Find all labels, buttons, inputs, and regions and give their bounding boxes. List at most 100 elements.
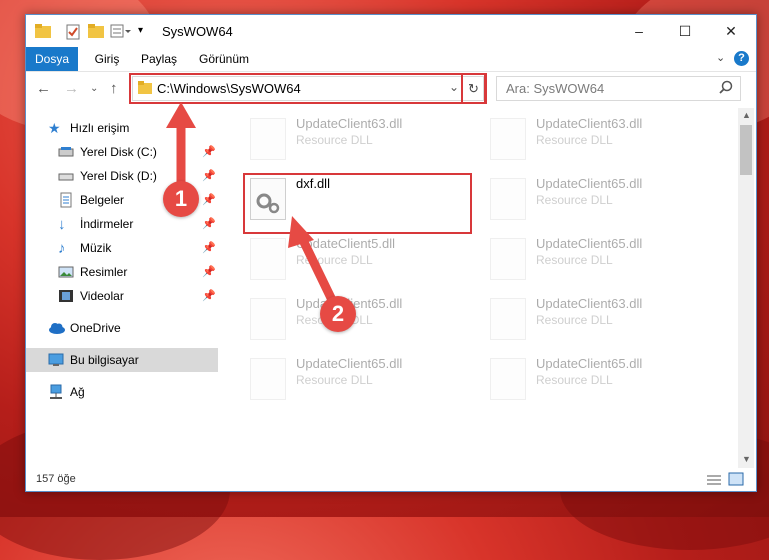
search-input[interactable]: Ara: SysWOW64 — [496, 76, 741, 101]
back-arrow-icon[interactable]: ← — [36, 80, 51, 97]
sidebar-item-label: Müzik — [80, 241, 112, 255]
pictures-icon — [58, 264, 74, 280]
sidebar-item-this-pc[interactable]: Bu bilgisayar — [26, 348, 218, 372]
sidebar-item-label: Yerel Disk (D:) — [80, 169, 157, 183]
pin-icon: 📌 — [202, 242, 216, 254]
file-name: UpdateClient65.dll — [536, 236, 643, 251]
scroll-up-icon[interactable]: ▲ — [742, 110, 751, 120]
sidebar-item-label: OneDrive — [70, 321, 121, 335]
file-type: Resource DLL — [536, 253, 613, 267]
file-name: UpdateClient65.dll — [296, 356, 403, 371]
scroll-down-icon[interactable]: ▼ — [742, 454, 751, 464]
sidebar-item-label: Yerel Disk (C:) — [80, 145, 157, 159]
file-item[interactable]: UpdateClient63.dll Resource DLL — [482, 292, 702, 342]
sidebar-item-label: İndirmeler — [80, 217, 134, 231]
file-type: Resource DLL — [536, 373, 613, 387]
file-name: UpdateClient65.dll — [536, 176, 643, 191]
file-item[interactable]: UpdateClient65.dll Resource DLL — [482, 352, 702, 402]
dll-file-icon — [250, 238, 286, 280]
file-item[interactable]: UpdateClient63.dll Resource DLL — [242, 112, 462, 162]
file-list: UpdateClient63.dll Resource DLL UpdateCl… — [232, 108, 737, 468]
file-type: Resource DLL — [296, 373, 373, 387]
details-view-icon[interactable] — [706, 473, 722, 490]
dll-file-icon — [490, 178, 526, 220]
drive-icon — [58, 168, 74, 184]
new-folder-icon[interactable] — [88, 24, 104, 41]
large-icons-view-icon[interactable] — [728, 472, 744, 489]
forward-arrow-icon[interactable]: → — [64, 80, 79, 97]
sidebar-item-network[interactable]: Ağ — [26, 380, 218, 404]
address-highlight-box — [129, 73, 487, 104]
file-name: UpdateClient63.dll — [536, 296, 643, 311]
file-type: Resource DLL — [296, 253, 373, 267]
sidebar-item-pictures[interactable]: Resimler 📌 — [26, 260, 218, 284]
folder-icon — [35, 24, 51, 41]
file-item[interactable]: UpdateClient65.dll Resource DLL — [482, 232, 702, 282]
dll-file-icon — [250, 358, 286, 400]
file-item[interactable]: UpdateClient63.dll Resource DLL — [482, 112, 702, 162]
file-name: UpdateClient63.dll — [296, 116, 403, 131]
properties-icon[interactable] — [66, 24, 80, 43]
tab-view[interactable]: Görünüm — [192, 47, 256, 71]
view-icon[interactable] — [110, 24, 132, 41]
search-placeholder: Ara: SysWOW64 — [506, 81, 605, 96]
item-count: 157 öğe — [36, 473, 76, 485]
scrollbar-thumb[interactable] — [740, 125, 752, 175]
file-item[interactable]: UpdateClient65.dll Resource DLL — [242, 352, 462, 402]
window-title: SysWOW64 — [162, 24, 233, 39]
file-item[interactable]: UpdateClient5.dll Resource DLL — [242, 232, 462, 282]
pin-icon: 📌 — [202, 194, 216, 206]
sidebar-item-music[interactable]: ♪ Müzik 📌 — [26, 236, 218, 260]
recent-locations-icon[interactable]: ⌄ — [90, 83, 98, 94]
computer-icon — [48, 352, 64, 368]
network-icon — [48, 384, 64, 400]
star-icon: ★ — [48, 120, 61, 136]
cloud-icon — [48, 320, 65, 336]
sidebar-item-label: Videolar — [80, 289, 124, 303]
sidebar-item-label: Resimler — [80, 265, 128, 279]
sidebar-item-videos[interactable]: Videolar 📌 — [26, 284, 218, 308]
close-button[interactable]: ✕ — [708, 15, 754, 47]
step-badge-2: 2 — [320, 296, 356, 332]
file-type: Resource DLL — [536, 313, 613, 327]
collapse-ribbon-icon[interactable]: ⌄ — [716, 51, 725, 64]
pin-icon: 📌 — [202, 170, 216, 182]
vertical-scrollbar[interactable]: ▲ ▼ — [738, 108, 754, 468]
file-type: Resource DLL — [536, 193, 613, 207]
maximize-button[interactable]: ☐ — [662, 15, 708, 47]
status-bar: 157 öğe — [26, 470, 756, 490]
sidebar-item-quick-access[interactable]: ★ Hızlı erişim — [26, 116, 218, 140]
file-explorer-window: ▾ SysWOW64 – ☐ ✕ Dosya Giriş Paylaş Görü… — [25, 14, 757, 492]
downloads-icon: ↓ — [58, 216, 66, 233]
videos-icon — [58, 288, 74, 304]
navigation-bar: ← → ⌄ ↑ C:\Windows\SysWOW64 ⌄ ↻ Ara: Sys… — [26, 72, 756, 106]
sidebar-item-downloads[interactable]: ↓ İndirmeler 📌 — [26, 212, 218, 236]
file-name: UpdateClient63.dll — [536, 116, 643, 131]
title-bar: ▾ SysWOW64 – ☐ ✕ — [26, 15, 756, 47]
sidebar-item-label: Hızlı erişim — [70, 121, 130, 135]
step-badge-1: 1 — [163, 181, 199, 217]
up-arrow-icon[interactable]: ↑ — [110, 80, 118, 97]
dll-file-icon — [490, 358, 526, 400]
help-icon[interactable]: ? — [734, 51, 749, 66]
dll-file-icon — [250, 298, 286, 340]
quick-access-dropdown-icon[interactable]: ▾ — [138, 25, 143, 36]
file-highlight-box — [243, 173, 472, 234]
tab-home[interactable]: Giriş — [84, 47, 130, 71]
music-icon: ♪ — [58, 240, 66, 257]
documents-icon — [58, 192, 74, 208]
sidebar-item-onedrive[interactable]: OneDrive — [26, 316, 218, 340]
pin-icon: 📌 — [202, 266, 216, 278]
tab-share[interactable]: Paylaş — [134, 47, 184, 71]
file-item[interactable]: UpdateClient65.dll Resource DLL — [482, 172, 702, 222]
tab-file[interactable]: Dosya — [26, 47, 78, 71]
minimize-button[interactable]: – — [616, 15, 662, 47]
refresh-highlight-box — [461, 73, 486, 104]
pin-icon: 📌 — [202, 290, 216, 302]
sidebar-item-label: Ağ — [70, 385, 85, 399]
dll-file-icon — [250, 118, 286, 160]
pin-icon: 📌 — [202, 218, 216, 230]
file-name: UpdateClient5.dll — [296, 236, 396, 251]
sidebar-item-local-disk-c[interactable]: Yerel Disk (C:) 📌 — [26, 140, 218, 164]
dll-file-icon — [490, 298, 526, 340]
